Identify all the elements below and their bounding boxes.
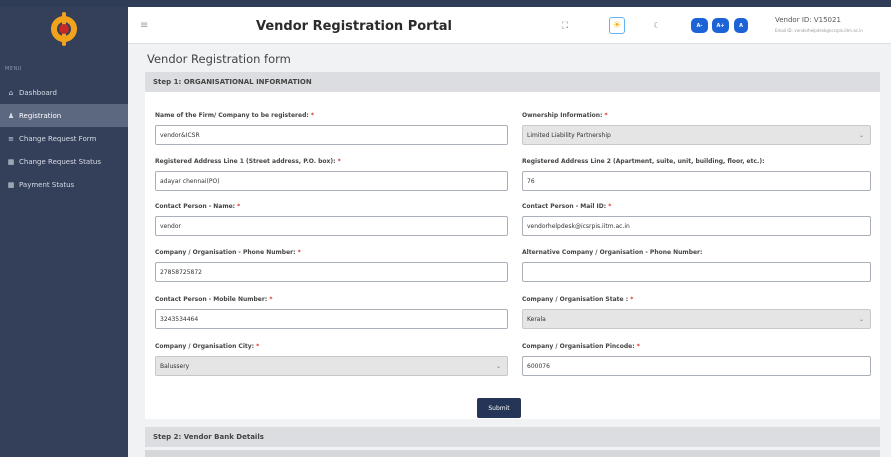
top-header: ≡ Vendor Registration Portal ⛶ ☀ ☾ A- A+…	[128, 7, 891, 44]
sidebar-item-label: Change Request Form	[19, 134, 97, 143]
step2-header[interactable]: Step 2: Vendor Bank Details	[145, 427, 880, 447]
menu-caption: MENU	[5, 66, 22, 72]
ownership-label: Ownership Information: *	[522, 112, 608, 119]
menu-toggle-icon[interactable]: ≡	[140, 20, 148, 31]
org-phone-label: Company / Organisation - Phone Number: *	[155, 249, 301, 256]
firm-name-input[interactable]: vendor&ICSR	[155, 125, 508, 145]
sun-icon: ☀	[612, 20, 622, 31]
page-title: Vendor Registration form	[147, 52, 291, 66]
light-mode-button[interactable]: ☀	[609, 17, 625, 34]
fullscreen-icon[interactable]: ⛶	[559, 18, 571, 33]
ownership-select[interactable]: Limited Liability Partnership ⌄	[522, 125, 871, 145]
org-logo	[49, 12, 79, 46]
contact-email-label: Contact Person - Mail ID: *	[522, 203, 612, 210]
alt-phone-input[interactable]	[522, 262, 871, 282]
city-select[interactable]: Balussery ⌄	[155, 356, 508, 376]
contact-name-label: Contact Person - Name: *	[155, 203, 241, 210]
list-icon: ≡	[8, 134, 14, 143]
firm-name-label: Name of the Firm/ Company to be register…	[155, 112, 315, 119]
chevron-down-icon: ⌄	[858, 316, 864, 323]
step1-header[interactable]: Step 1: ORGANISATIONAL INFORMATION	[145, 72, 880, 92]
address1-input[interactable]: adayar chennai(PO)	[155, 171, 508, 191]
address1-label: Registered Address Line 1 (Street addres…	[155, 158, 341, 165]
address2-label: Registered Address Line 2 (Apartment, su…	[522, 158, 765, 165]
state-select[interactable]: Kerala ⌄	[522, 309, 871, 329]
sidebar-item-change-request-status[interactable]: ▦ Change Request Status	[0, 150, 128, 173]
chevron-down-icon: ⌄	[858, 132, 864, 139]
address2-input[interactable]: 76	[522, 171, 871, 191]
dark-mode-button[interactable]: ☾	[651, 18, 663, 33]
table-icon: ▦	[7, 180, 15, 189]
table-icon: ▦	[7, 157, 15, 166]
mobile-input[interactable]: 3243534464	[155, 309, 508, 329]
state-label: Company / Organisation State : *	[522, 296, 634, 303]
city-label: Company / Organisation City: *	[155, 343, 260, 350]
home-icon: ⌂	[8, 88, 14, 97]
chevron-down-icon: ⌄	[495, 363, 501, 370]
alt-phone-label: Alternative Company / Organisation - Pho…	[522, 249, 703, 256]
vendor-email: Email ID: vendorhelpdesk@icsrpis.iitm.ac…	[775, 28, 863, 33]
logo-container[interactable]	[0, 7, 128, 51]
top-strip	[0, 0, 891, 7]
moon-icon: ☾	[653, 21, 661, 30]
step3-header-partial	[145, 450, 880, 457]
sidebar-item-label: Dashboard	[19, 88, 57, 97]
organisation-form: Name of the Firm/ Company to be register…	[145, 92, 880, 419]
mobile-label: Contact Person - Mobile Number: *	[155, 296, 273, 303]
sidebar-item-label: Change Request Status	[19, 157, 101, 166]
portal-title: Vendor Registration Portal	[256, 19, 453, 34]
sidebar-item-payment-status[interactable]: ▦ Payment Status	[0, 173, 128, 196]
sidebar-item-change-request-form[interactable]: ≡ Change Request Form	[0, 127, 128, 150]
font-decrease-button[interactable]: A-	[691, 18, 708, 33]
sidebar: MENU ⌂ Dashboard ♟ Registration ≡ Change…	[0, 7, 128, 457]
font-reset-button[interactable]: A	[734, 18, 748, 33]
vendor-id: Vendor ID: V15021	[775, 16, 841, 24]
contact-name-input[interactable]: vendor	[155, 216, 508, 236]
pincode-label: Company / Organisation Pincode: *	[522, 343, 640, 350]
sidebar-item-dashboard[interactable]: ⌂ Dashboard	[0, 81, 128, 104]
submit-button[interactable]: Submit	[477, 398, 521, 418]
pincode-input[interactable]: 600076	[522, 356, 871, 376]
sidebar-item-label: Payment Status	[19, 180, 75, 189]
font-increase-button[interactable]: A+	[712, 18, 729, 33]
main-content: Vendor Registration form Step 1: ORGANIS…	[128, 44, 891, 457]
sidebar-item-registration[interactable]: ♟ Registration	[0, 104, 128, 127]
contact-email-input[interactable]: vendorhelpdesk@icsrpis.iitm.ac.in	[522, 216, 871, 236]
sidebar-item-label: Registration	[19, 111, 62, 120]
user-add-icon: ♟	[7, 111, 15, 120]
org-phone-input[interactable]: 27858725872	[155, 262, 508, 282]
